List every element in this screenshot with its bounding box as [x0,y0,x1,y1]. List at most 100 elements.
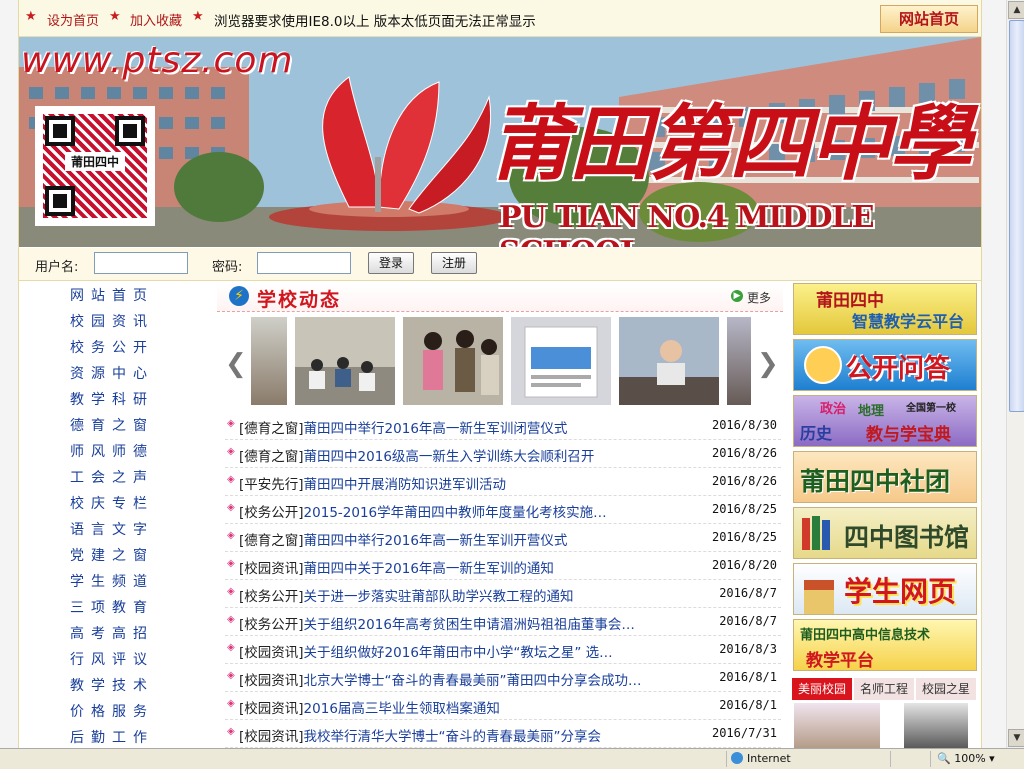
bullet-icon: ◈ [227,642,235,653]
set-home-link[interactable]: 设为首页 [47,10,99,29]
news-item[interactable]: ◈ [校园资讯]2016届高三毕业生领取档案通知 2016/8/1 [225,691,781,720]
site-home-button[interactable]: 网站首页 [880,5,978,33]
login-button[interactable]: 登录 [368,252,414,274]
slider-prev-icon[interactable]: ❮ [225,349,247,379]
tab-famous-teachers[interactable]: 名师工程 [854,678,914,700]
nav-item-teacher-ethics[interactable]: 师风师德 [70,441,154,461]
nav-item-campus-news[interactable]: 校园资讯 [70,311,154,331]
treasure-politics: 政治 [820,402,847,417]
public-qa-label: 公开问答 [846,354,951,384]
news-item[interactable]: ◈ [校务公开]2015-2016学年莆田四中教师年度量化考核实施… 2016/… [225,495,781,524]
slider-next-icon[interactable]: ❯ [757,349,779,379]
scroll-down-icon[interactable]: ▼ [1008,729,1024,747]
campus-photo-thumb[interactable] [904,703,968,748]
cloud-platform-banner[interactable]: 莆田四中 智慧教学云平台 [793,283,977,335]
tab-campus-stars[interactable]: 校园之星 [916,678,976,700]
tab-beautiful-campus[interactable]: 美丽校园 [792,678,852,700]
slider-photo[interactable] [403,317,503,405]
nav-item-teaching-research[interactable]: 教学科研 [70,389,154,409]
nav-item-evaluation[interactable]: 行风评议 [70,649,154,669]
study-treasure-banner[interactable]: 政治 地理 历史 全国第一校 教与学宝典 [793,395,977,447]
nav-item-students[interactable]: 学生频道 [70,571,154,591]
news-title-link[interactable]: 关于组织做好2016年莆田市中小学“教坛之星” 选… [304,645,613,661]
book-icon [822,520,830,550]
news-category: [校园资讯] [239,673,304,689]
browser-viewport: ★ 设为首页 ★ 加入收藏 ★ 浏览器要求使用IE8.0以上 版本太低页面无法正… [0,0,1006,748]
scroll-up-icon[interactable]: ▲ [1008,1,1024,19]
news-item[interactable]: ◈ [校务公开]关于进一步落实驻莆部队助学兴教工程的通知 2016/8/7 [225,579,781,608]
news-title-link[interactable]: 莆田四中举行2016年高一新生军训开营仪式 [304,533,568,549]
slider-photo[interactable] [251,317,287,405]
news-title-link[interactable]: 关于组织2016年高考贫困生申请湄洲妈祖祖庙董事会… [304,617,635,633]
top-bar: ★ 设为首页 ★ 加入收藏 ★ 浏览器要求使用IE8.0以上 版本太低页面无法正… [19,0,981,37]
news-header: ⚡ 学校动态 ▶ 更多 [217,283,783,312]
news-date: 2016/8/26 [711,474,777,488]
nav-item-three-education[interactable]: 三项教育 [70,597,154,617]
lightning-icon: ⚡ [229,286,249,306]
nav-item-admission[interactable]: 高考高招 [70,623,154,643]
star-icon: ★ [192,9,204,24]
news-item[interactable]: ◈ [校务公开]关于组织2016年高考贫困生申请湄洲妈祖祖庙董事会… 2016/… [225,607,781,636]
news-title-link[interactable]: 莆田四中举行2016年高一新生军训闭营仪式 [304,421,568,437]
slider-photo[interactable] [727,317,751,405]
nav-item-school-affairs[interactable]: 校务公开 [70,337,154,357]
library-banner[interactable]: 四中图书馆 [793,507,977,559]
campus-photo-thumb[interactable] [794,703,880,748]
nav-item-anniversary[interactable]: 校庆专栏 [70,493,154,513]
news-title-link[interactable]: 2016届高三毕业生领取档案通知 [304,701,500,717]
username-input[interactable] [94,252,188,274]
school-name-cn: 莆田第四中學 [489,96,971,192]
news-item[interactable]: ◈ [校园资讯]我校举行清华大学博士“奋斗的青春最美丽”分享会 2016/7/3… [225,719,781,748]
chevron-down-icon: ▾ [989,752,995,765]
public-qa-banner[interactable]: 公开问答 [793,339,977,391]
news-category: [校园资讯] [239,645,304,661]
nav-item-language[interactable]: 语言文字 [70,519,154,539]
news-date: 2016/8/30 [711,418,777,432]
more-link[interactable]: ▶ 更多 [731,289,771,306]
news-item[interactable]: ◈ [平安先行]莆田四中开展消防知识进军训活动 2016/8/26 [225,467,781,496]
news-item[interactable]: ◈ [德育之窗]莆田四中举行2016年高一新生军训闭营仪式 2016/8/30 [225,411,781,440]
clubs-banner[interactable]: 莆田四中社团 [793,451,977,503]
news-title-link[interactable]: 莆田四中开展消防知识进军训活动 [304,477,507,493]
nav-item-union[interactable]: 工会之声 [70,467,154,487]
nav-item-resource-center[interactable]: 资源中心 [70,363,154,383]
nav-item-logistics[interactable]: 后勤工作 [70,727,154,747]
bullet-icon: ◈ [227,474,235,485]
nav-item-home[interactable]: 网站首页 [70,285,154,305]
zoom-control[interactable]: 🔍 100% ▾ [930,751,1021,767]
news-title-link[interactable]: 北京大学博士“奋斗的青春最美丽”莆田四中分享会成功… [304,673,642,689]
news-item[interactable]: ◈ [德育之窗]莆田四中2016级高一新生入学训练大会顺利召开 2016/8/2… [225,439,781,468]
register-button[interactable]: 注册 [431,252,477,274]
nav-item-pricing[interactable]: 价格服务 [70,701,154,721]
qr-finder-icon [115,116,145,146]
news-item[interactable]: ◈ [校园资讯]北京大学博士“奋斗的青春最美丽”莆田四中分享会成功… 2016/… [225,663,781,692]
slider-photo[interactable] [619,317,719,405]
news-title-link[interactable]: 我校举行清华大学博士“奋斗的青春最美丽”分享会 [304,729,602,745]
news-title-link[interactable]: 关于进一步落实驻莆部队助学兴教工程的通知 [304,589,574,605]
add-favorite-link[interactable]: 加入收藏 [130,10,182,29]
nav-item-moral-education[interactable]: 德育之窗 [70,415,154,435]
news-title-link[interactable]: 莆田四中2016级高一新生入学训练大会顺利召开 [304,449,595,465]
news-item[interactable]: ◈ [校园资讯]关于组织做好2016年莆田市中小学“教坛之星” 选… 2016/… [225,635,781,664]
bullet-icon: ◈ [227,698,235,709]
vertical-scrollbar[interactable]: ▲ ▼ [1006,0,1024,748]
news-item[interactable]: ◈ [校园资讯]莆田四中关于2016年高一新生军训的通知 2016/8/20 [225,551,781,580]
scrollbar-thumb[interactable] [1009,20,1024,412]
news-item[interactable]: ◈ [德育之窗]莆田四中举行2016年高一新生军训开营仪式 2016/8/25 [225,523,781,552]
student-pages-banner[interactable]: 学生网页 [793,563,977,615]
password-input[interactable] [257,252,351,274]
star-icon: ★ [109,9,121,24]
nav-item-tech[interactable]: 教学技术 [70,675,154,695]
news-title-link[interactable]: 莆田四中关于2016年高一新生军训的通知 [304,561,554,577]
slider-photo[interactable] [511,317,611,405]
slider-photo[interactable] [295,317,395,405]
nav-item-party[interactable]: 党建之窗 [70,545,154,565]
news-title-link[interactable]: 2015-2016学年莆田四中教师年度量化考核实施… [304,505,607,521]
username-label: 用户名: [35,260,79,275]
it-platform-banner[interactable]: 莆田四中高中信息技术 教学平台 [793,619,977,671]
news-date: 2016/8/1 [719,698,777,712]
zone-label: Internet [747,752,791,765]
news-category: [德育之窗] [239,533,304,549]
protected-mode-icon[interactable] [890,751,927,767]
zoom-level: 100% [954,752,986,765]
